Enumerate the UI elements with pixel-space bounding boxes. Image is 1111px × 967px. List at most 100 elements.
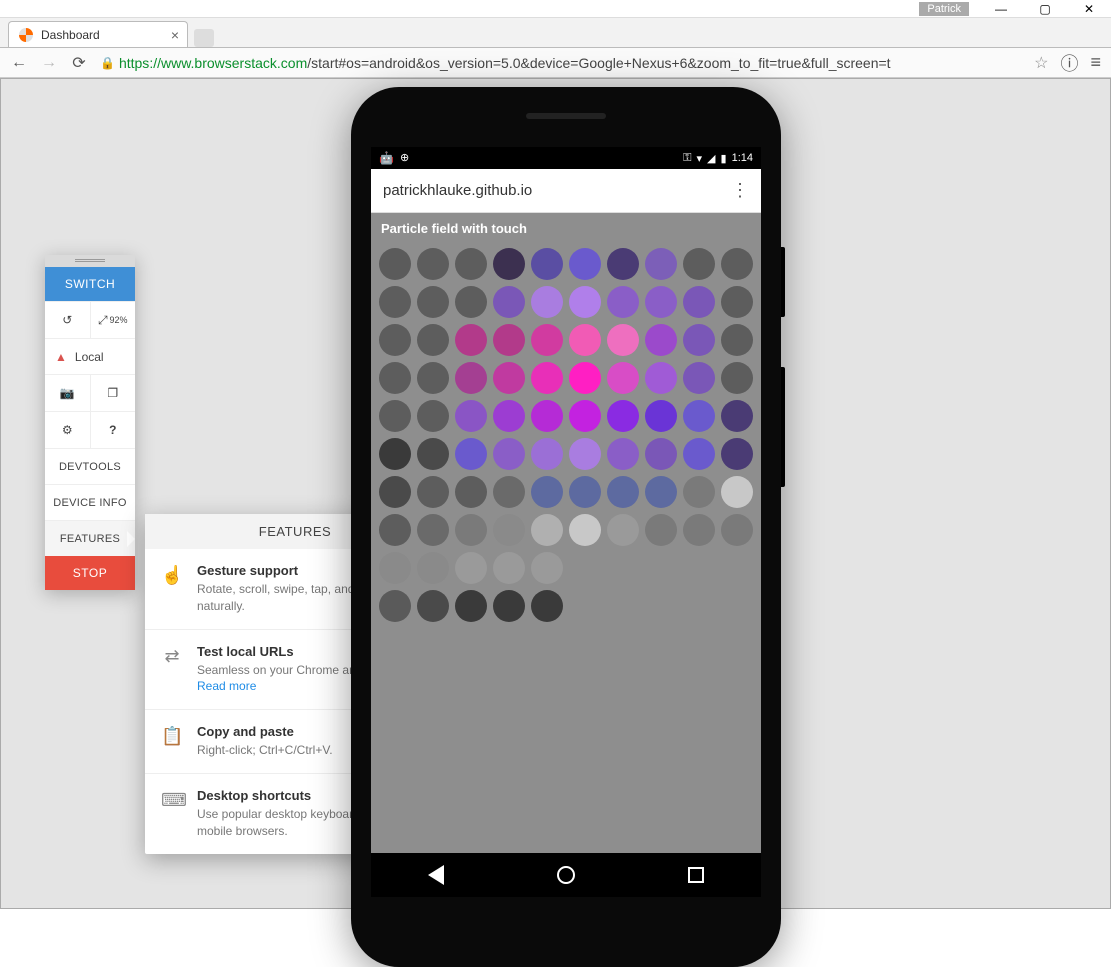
forward-button[interactable]: → [40,54,58,72]
particle-dot [531,286,563,318]
tab-title: Dashboard [41,28,100,42]
page-heading: Particle field with touch [371,213,761,244]
gesture-icon: ☝ [161,563,183,615]
particle-dot [417,324,449,356]
sidebar-drag-handle[interactable] [45,255,135,267]
particle-dot [569,286,601,318]
sidebar-toolbar: SWITCH ↺ ⤢92% ▲ Local 📷 ❐ ⚙ ? DEVTOOLS D… [45,255,135,590]
android-url-bar[interactable]: patrickhlauke.github.io ⋮ [371,169,761,213]
page-viewport: SWITCH ↺ ⤢92% ▲ Local 📷 ❐ ⚙ ? DEVTOOLS D… [0,78,1111,909]
keyboard-icon: ⌨ [161,788,183,840]
window-titlebar: Patrick — ▢ ✕ [0,0,1111,18]
help-button[interactable]: ? [91,412,136,448]
window-user-badge: Patrick [919,2,969,16]
particle-dot [721,362,753,394]
particle-dot [607,514,639,546]
browser-toolbar: ← → ⟳ 🔒 https ://www.browserstack.com /s… [0,48,1111,78]
particle-dot [683,362,715,394]
tab-close-icon[interactable]: × [171,27,179,43]
reload-button[interactable]: ⟳ [70,53,88,73]
particle-dot [607,400,639,432]
devtools-button[interactable]: DEVTOOLS [45,448,135,484]
back-button[interactable]: ← [10,54,28,72]
particle-dot [721,248,753,280]
particle-dot [493,590,525,622]
particle-dot [721,286,753,318]
particle-dot [417,476,449,508]
feature-desc: Right-click; Ctrl+C/Ctrl+V. [197,742,333,759]
device-info-button[interactable]: DEVICE INFO [45,484,135,520]
particle-dot [417,590,449,622]
window-maximize-button[interactable]: ▢ [1023,0,1067,18]
battery-icon: ▮ [721,152,727,165]
particle-dot [379,400,411,432]
windows-button[interactable]: ❐ [91,375,136,411]
wifi-icon: ▾ [697,152,703,165]
particle-dot [455,438,487,470]
particle-dot [683,476,715,508]
particle-dot [569,324,601,356]
browser-menu-icon[interactable]: ≡ [1090,52,1101,73]
particle-dot [531,476,563,508]
particle-dot [417,286,449,318]
particle-field[interactable] [371,244,761,648]
particle-dot [493,514,525,546]
particle-dot [379,438,411,470]
bookmark-star-icon[interactable]: ☆ [1034,53,1048,73]
read-more-link[interactable]: Read more [197,679,256,693]
screenshot-button[interactable]: 📷 [45,375,91,411]
features-button[interactable]: FEATURES [45,520,135,556]
window-close-button[interactable]: ✕ [1067,0,1111,18]
particle-dot [455,324,487,356]
particle-dot [645,286,677,318]
particle-dot [645,400,677,432]
address-bar[interactable]: 🔒 https ://www.browserstack.com /start#o… [100,55,1016,71]
warning-icon: ▲ [55,350,67,364]
url-host: ://www.browserstack.com [149,55,307,71]
particle-dot [683,400,715,432]
windows-icon: ❐ [107,386,118,400]
local-button[interactable]: ▲ Local [45,338,135,374]
stop-button[interactable]: STOP [45,556,135,590]
particle-dot [455,476,487,508]
switch-button[interactable]: SWITCH [45,267,135,301]
particle-dot [493,324,525,356]
particle-dot [379,476,411,508]
device-screen[interactable]: 🤖 ⊕ ⚿ ▾ ◢ ▮ 1:14 patrickhlauke.github.io… [371,147,761,897]
android-status-bar: 🤖 ⊕ ⚿ ▾ ◢ ▮ 1:14 [371,147,761,169]
android-home-button[interactable] [556,865,576,885]
browser-tabstrip: Dashboard × [0,18,1111,48]
info-icon[interactable]: ⓘ [1060,50,1078,76]
particle-dot [417,400,449,432]
lock-icon: 🔒 [100,56,115,70]
android-url-text: patrickhlauke.github.io [383,182,532,199]
particle-dot [607,286,639,318]
particle-dot [379,248,411,280]
particle-dot [531,324,563,356]
particle-dot [379,552,411,584]
rotate-button[interactable]: ↺ [45,302,91,338]
android-menu-icon[interactable]: ⋮ [731,180,749,201]
particle-dot [569,362,601,394]
particle-dot [493,400,525,432]
particle-dot [531,514,563,546]
particle-dot [683,248,715,280]
particle-dot [683,438,715,470]
new-tab-button[interactable] [194,29,214,47]
rotate-icon: ↺ [62,313,72,327]
browser-tab-dashboard[interactable]: Dashboard × [8,21,188,47]
particle-dot [569,248,601,280]
particle-dot [417,248,449,280]
window-minimize-button[interactable]: — [979,0,1023,18]
particle-dot [645,362,677,394]
signal-icon: ◢ [707,152,715,165]
android-recent-button[interactable] [686,865,706,885]
particle-dot [531,248,563,280]
particle-dot [531,362,563,394]
android-back-button[interactable] [426,865,446,885]
particle-dot [455,400,487,432]
phone-side-button [781,247,785,317]
zoom-button[interactable]: ⤢92% [91,302,136,338]
settings-button[interactable]: ⚙ [45,412,91,448]
particle-dot [455,248,487,280]
